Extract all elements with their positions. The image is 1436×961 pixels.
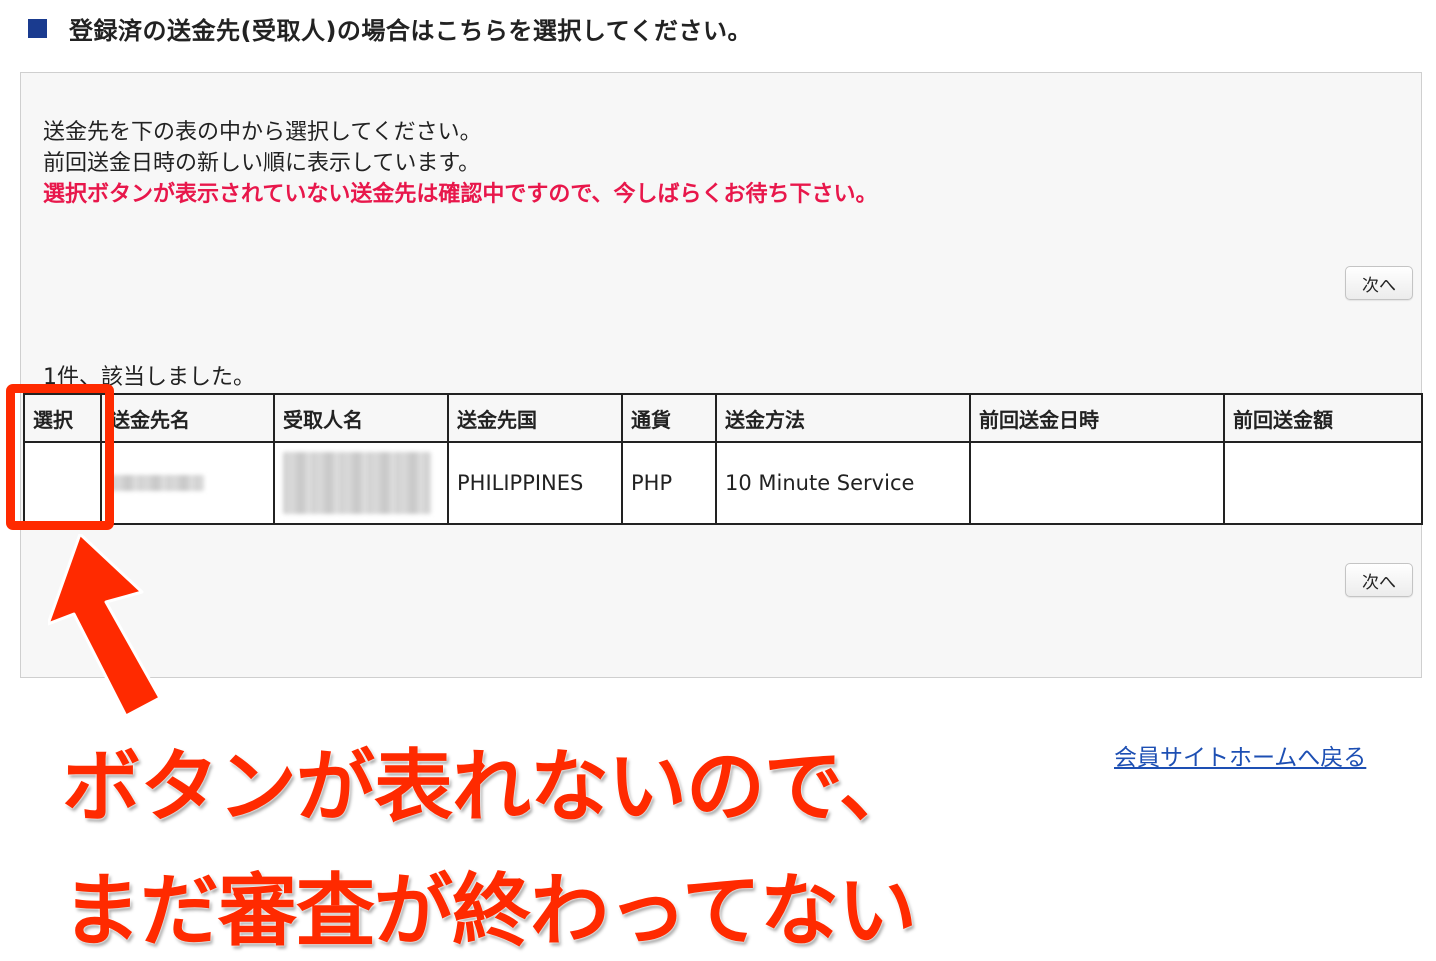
section-heading: 登録済の送金先(受取人)の場合はこちらを選択してください。	[28, 10, 752, 46]
heading-square-icon	[28, 18, 47, 38]
arrow-up-icon	[48, 534, 162, 716]
header-last-amount: 前回送金額	[1223, 393, 1423, 443]
next-page-button-bottom[interactable]: 次へ	[1345, 563, 1413, 597]
annotation-line-2: まだ審査が終わってない	[62, 865, 917, 957]
cell-method: 10 Minute Service	[715, 441, 971, 525]
home-link[interactable]: 会員サイトホームへ戻る	[1114, 738, 1366, 772]
blurred-destination-name	[110, 475, 204, 491]
instruction-line-1: 送金先を下の表の中から選択してください。	[43, 120, 482, 145]
header-method: 送金方法	[715, 393, 971, 443]
cell-currency: PHP	[621, 441, 717, 525]
highlight-box-select-column	[6, 384, 114, 530]
recipient-selection-panel: 送金先を下の表の中から選択してください。 前回送金日時の新しい順に表示しています…	[20, 72, 1423, 678]
recipient-table: 選択 送金先名 受取人名 送金先国 通貨 送金方法 前回送金日時 前回送金額 P…	[23, 393, 1423, 525]
blurred-recipient-name	[283, 452, 431, 514]
table-header-row: 選択 送金先名 受取人名 送金先国 通貨 送金方法 前回送金日時 前回送金額	[23, 393, 1423, 443]
cell-destination-name	[100, 441, 275, 525]
header-currency: 通貨	[621, 393, 717, 443]
table-row: PHILIPPINES PHP 10 Minute Service	[23, 441, 1423, 525]
cell-last-amount	[1223, 441, 1423, 525]
section-heading-text: 登録済の送金先(受取人)の場合はこちらを選択してください。	[69, 16, 752, 45]
cell-last-date	[969, 441, 1225, 525]
pending-warning-text: 選択ボタンが表示されていない送金先は確認中ですので、今しばらくお待ち下さい。	[43, 182, 878, 207]
instruction-line-2: 前回送金日時の新しい順に表示しています。	[43, 151, 481, 176]
header-country: 送金先国	[447, 393, 623, 443]
next-page-button-top[interactable]: 次へ	[1345, 266, 1413, 300]
cell-country: PHILIPPINES	[447, 441, 623, 525]
annotation-line-1: ボタンが表れないので、	[62, 741, 918, 833]
cell-recipient-name	[273, 441, 449, 525]
header-destination-name: 送金先名	[100, 393, 275, 443]
header-recipient-name: 受取人名	[273, 393, 449, 443]
header-last-date: 前回送金日時	[969, 393, 1225, 443]
